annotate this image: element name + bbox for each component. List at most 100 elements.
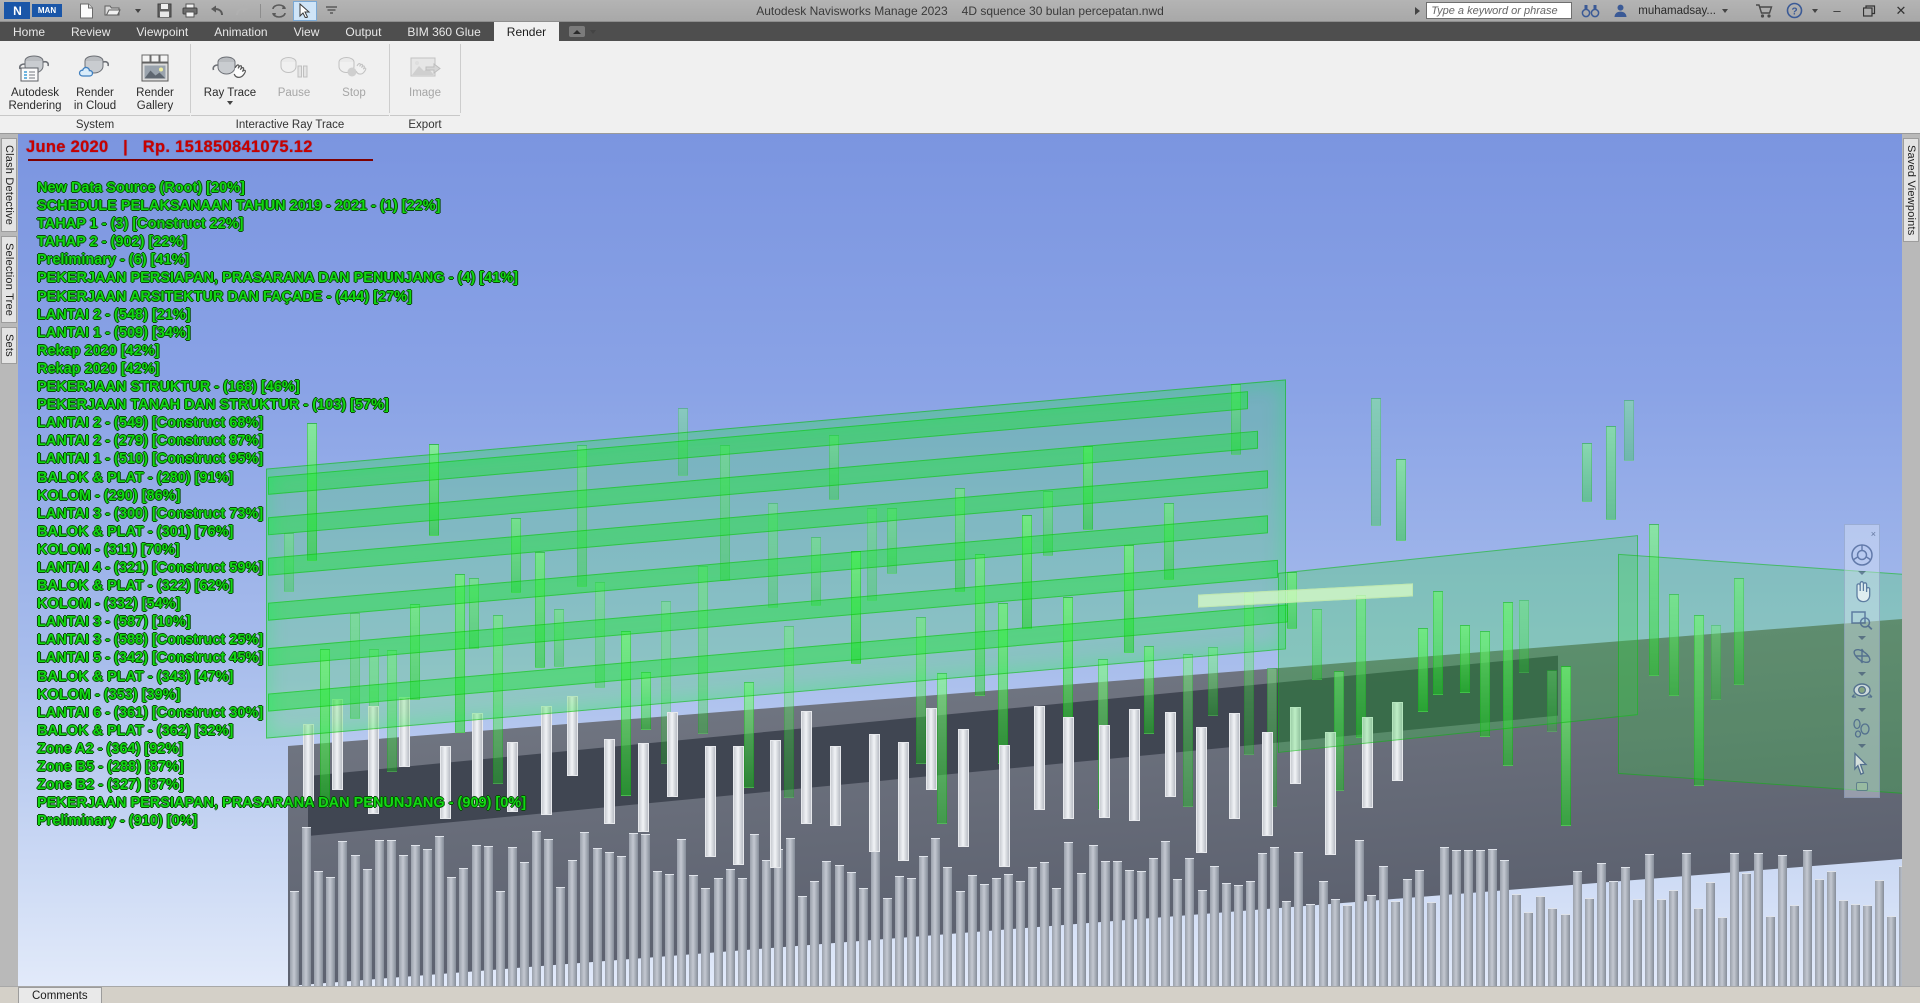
tab-render[interactable]: Render: [493, 22, 560, 41]
render-gallery-button[interactable]: Render Gallery: [126, 45, 184, 113]
pile-element: [1838, 900, 1848, 986]
pile-element: [471, 844, 481, 986]
pause-button: Pause: [265, 45, 323, 100]
user-account-label[interactable]: muhamadsay...: [1638, 5, 1716, 17]
new-document-icon[interactable]: [74, 1, 98, 21]
ray-trace-button[interactable]: Ray Trace: [197, 45, 263, 105]
concrete-column: [1196, 727, 1208, 854]
pile-element: [459, 867, 469, 986]
teapot-pause-icon: [274, 48, 314, 84]
tab-home[interactable]: Home: [0, 22, 58, 41]
navigation-bar[interactable]: ×: [1844, 524, 1880, 798]
overlay-date: June 2020: [26, 138, 109, 156]
steering-wheel-caret[interactable]: [1858, 571, 1866, 575]
look-around-caret[interactable]: [1858, 708, 1866, 712]
concrete-column: [472, 713, 484, 808]
walk-icon[interactable]: [1847, 715, 1877, 741]
orbit-caret[interactable]: [1858, 672, 1866, 676]
concrete-column: [897, 741, 909, 862]
navbar-handle[interactable]: [1856, 782, 1868, 791]
select-cursor-icon[interactable]: [293, 0, 317, 21]
overlay-task-item: LANTAI 2 - (548) [21%]: [37, 306, 191, 323]
binoculars-search-icon[interactable]: [1578, 1, 1602, 21]
user-avatar-icon[interactable]: [1608, 1, 1632, 21]
customize-toolbar-caret[interactable]: [319, 1, 343, 21]
sidebar-item-clash-detective[interactable]: Clash Detective: [1, 138, 17, 233]
restore-button[interactable]: [1856, 1, 1882, 21]
open-folder-icon[interactable]: [100, 1, 124, 21]
orbit-icon[interactable]: [1847, 643, 1877, 669]
sidebar-item-sets[interactable]: Sets: [1, 327, 17, 364]
overlay-task-item: Rekap 2020 [42%]: [37, 360, 160, 377]
concrete-column: [506, 741, 518, 813]
help-menu-caret[interactable]: [1812, 8, 1818, 13]
sidebar-item-selection-tree[interactable]: Selection Tree: [1, 236, 17, 324]
redo-icon[interactable]: [230, 1, 254, 21]
search-expand-caret[interactable]: [1415, 6, 1421, 15]
search-input[interactable]: Type a keyword or phrase: [1426, 2, 1573, 19]
ray-trace-dropdown-caret[interactable]: [227, 101, 233, 105]
pile-element: [1124, 869, 1134, 986]
concrete-column: [925, 707, 937, 790]
tab-comments[interactable]: Comments: [18, 987, 102, 1003]
help-icon[interactable]: ?: [1782, 1, 1806, 21]
workspace: Clash Detective Selection Tree Sets Save…: [0, 134, 1920, 986]
zoom-window-caret[interactable]: [1858, 636, 1866, 640]
tab-review[interactable]: Review: [58, 22, 123, 41]
look-around-icon[interactable]: [1847, 679, 1877, 705]
pile-element: [1766, 916, 1776, 986]
pile-element: [290, 891, 299, 986]
ribbon-collapse-icon[interactable]: [569, 26, 586, 37]
toolbar-divider: [260, 3, 261, 18]
save-icon[interactable]: [152, 1, 176, 21]
pile-element: [398, 854, 408, 986]
autodesk-rendering-button[interactable]: Autodesk Rendering: [6, 45, 64, 113]
pan-hand-icon[interactable]: [1847, 578, 1877, 604]
sidebar-item-saved-viewpoints[interactable]: Saved Viewpoints: [1903, 138, 1919, 243]
tab-animation[interactable]: Animation: [201, 22, 280, 41]
pile-element: [810, 881, 820, 986]
overlay-task-item: New Data Source (Root) [20%]: [37, 180, 245, 196]
user-menu-caret[interactable]: [1722, 8, 1728, 13]
minimize-button[interactable]: –: [1824, 1, 1850, 21]
navisworks-logo-icon[interactable]: N: [4, 2, 30, 19]
ribbon-panel-interactive-ray-trace: Ray Trace Pause Stop Interactive Ray Tra…: [191, 41, 389, 133]
zoom-window-icon[interactable]: [1847, 607, 1877, 633]
model-viewport-3d[interactable]: June 2020 | Rp. 151850841075.12 New Data…: [18, 134, 1902, 986]
pile-element: [1016, 880, 1025, 986]
pile-element: [943, 866, 953, 986]
concrete-column: [1062, 717, 1074, 820]
pile-element: [1645, 853, 1655, 986]
refresh-icon[interactable]: [267, 1, 291, 21]
export-image-label: Image: [409, 87, 441, 99]
concrete-column: [958, 728, 970, 848]
pile-element: [1306, 903, 1316, 986]
shopping-cart-icon[interactable]: [1752, 1, 1776, 21]
tab-view[interactable]: View: [281, 22, 333, 41]
pile-element: [495, 890, 505, 986]
overlay-underline: [28, 159, 373, 161]
print-icon[interactable]: [178, 1, 202, 21]
tab-viewpoint[interactable]: Viewpoint: [123, 22, 201, 41]
walk-caret[interactable]: [1858, 744, 1866, 748]
close-icon[interactable]: ×: [1871, 529, 1876, 539]
manage-edition-badge: MAN: [32, 4, 62, 17]
ribbon-options-caret[interactable]: [590, 29, 597, 34]
pile-element: [774, 848, 783, 986]
steering-wheel-icon[interactable]: [1847, 542, 1877, 568]
pile-element: [1088, 844, 1098, 986]
pile-element: [1669, 889, 1679, 986]
left-dock-rail: Clash Detective Selection Tree Sets: [0, 134, 18, 986]
open-dropdown-caret[interactable]: [126, 1, 150, 21]
concrete-column: [666, 711, 678, 798]
select-arrow-icon[interactable]: [1847, 751, 1877, 777]
pile-element: [955, 891, 965, 986]
panel-label-system: System: [0, 115, 190, 133]
tab-output[interactable]: Output: [332, 22, 394, 41]
tab-bim360glue[interactable]: BIM 360 Glue: [394, 22, 493, 41]
render-in-cloud-button[interactable]: Render in Cloud: [66, 45, 124, 113]
pile-element: [870, 837, 880, 986]
close-button[interactable]: ✕: [1888, 1, 1914, 21]
pile-element: [628, 833, 638, 986]
undo-icon[interactable]: [204, 1, 228, 21]
